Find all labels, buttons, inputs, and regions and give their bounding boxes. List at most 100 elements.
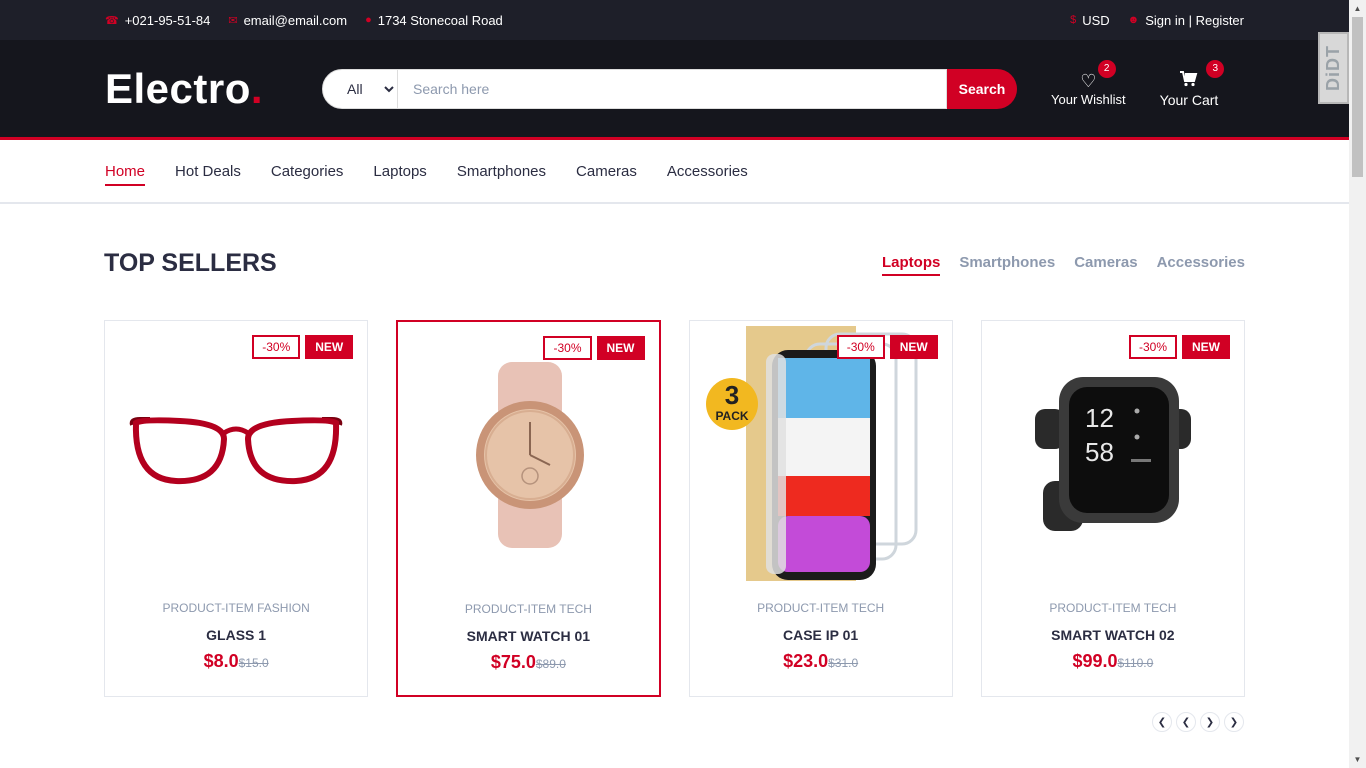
logo-text: Electro xyxy=(105,64,251,112)
cart-icon-svg xyxy=(1179,70,1198,86)
dollar-icon: $ xyxy=(1070,14,1077,26)
section-title: TOP SELLERS xyxy=(104,248,277,277)
product-labels: -30% NEW xyxy=(252,335,354,359)
new-badge: NEW xyxy=(889,335,938,359)
product-name[interactable]: CASE IP 01 xyxy=(690,627,952,643)
product-price: $75.0$89.0 xyxy=(398,652,658,673)
product-labels: -30% NEW xyxy=(543,336,645,360)
product-image[interactable]: 3 PACK xyxy=(690,321,952,586)
product-name[interactable]: SMART WATCH 01 xyxy=(398,628,658,644)
next-arrow-icon[interactable]: ❯ xyxy=(1200,712,1220,732)
vertical-scrollbar[interactable]: ▲ ▼ xyxy=(1349,0,1366,768)
logo-dot: . xyxy=(250,64,264,112)
logo[interactable]: Electro. xyxy=(105,65,322,113)
cart-label: Your Cart xyxy=(1159,91,1219,108)
email-link[interactable]: ✉ email@email.com xyxy=(228,13,347,28)
product-slider: -30% NEW PRODUCT-ITEM FASHION GLASS 1 $8… xyxy=(0,320,1349,697)
currency-text: USD xyxy=(1082,12,1110,28)
search-category-select[interactable]: All xyxy=(322,68,398,109)
product-name[interactable]: GLASS 1 xyxy=(105,627,367,643)
product-body: PRODUCT-ITEM TECH SMART WATCH 01 $75.0$8… xyxy=(398,602,658,673)
nav-item-home[interactable]: Home xyxy=(105,157,146,186)
pack-number: 3 xyxy=(724,380,738,410)
sale-badge: -30% xyxy=(252,335,301,359)
product-price-old: $31.0 xyxy=(828,656,859,670)
phone-icon: ☎ xyxy=(105,14,119,27)
glasses-image xyxy=(129,416,343,484)
product-price-current: $8.0 xyxy=(203,651,239,671)
address-link[interactable]: ● 1734 Stonecoal Road xyxy=(365,13,503,28)
nav-item-hot-deals[interactable]: Hot Deals xyxy=(175,157,241,186)
next-arrow-icon[interactable]: ❯ xyxy=(1224,712,1244,732)
prev-arrow-icon[interactable]: ❮ xyxy=(1152,712,1172,732)
product-price: $8.0$15.0 xyxy=(105,651,367,672)
tab-cameras[interactable]: Cameras xyxy=(1074,254,1137,273)
search-button[interactable]: Search xyxy=(947,68,1017,109)
top-header-contacts: ☎ +021-95-51-84 ✉ email@email.com ● 1734… xyxy=(105,13,503,28)
product-card[interactable]: -30% NEW 12 58 PRODUCT-ITEM TECH SMART W… xyxy=(980,320,1245,697)
section-tabs: Laptops Smartphones Cameras Accessories xyxy=(882,254,1245,276)
cart-button[interactable]: Your Cart 3 xyxy=(1159,59,1225,108)
search-input[interactable] xyxy=(398,68,947,109)
tab-laptops[interactable]: Laptops xyxy=(882,254,941,276)
product-image[interactable] xyxy=(398,322,658,587)
product-price-old: $110.0 xyxy=(1117,656,1154,670)
watch-rose-gold-image xyxy=(476,361,585,548)
address-text: 1734 Stonecoal Road xyxy=(377,12,503,28)
product-price: $99.0$110.0 xyxy=(982,651,1244,672)
product-category: PRODUCT-ITEM TECH xyxy=(757,601,885,615)
phone-link[interactable]: ☎ +021-95-51-84 xyxy=(105,13,210,28)
product-name[interactable]: SMART WATCH 02 xyxy=(982,627,1244,643)
product-price-old: $89.0 xyxy=(535,657,566,671)
top-header: ☎ +021-95-51-84 ✉ email@email.com ● 1734… xyxy=(0,0,1349,40)
product-category: PRODUCT-ITEM TECH xyxy=(1049,601,1177,615)
extension-badge-text: DiDT xyxy=(1323,45,1343,91)
envelope-icon: ✉ xyxy=(228,14,238,27)
product-price-current: $75.0 xyxy=(490,652,536,672)
product-image[interactable]: 12 58 xyxy=(982,321,1244,586)
wishlist-qty-badge: 2 xyxy=(1097,60,1116,78)
main-nav: Home Hot Deals Categories Laptops Smartp… xyxy=(0,140,1349,204)
product-card[interactable]: -30% NEW 3 PACK PRODUCT-ITEM TECH CASE I… xyxy=(688,320,953,697)
nav-item-laptops[interactable]: Laptops xyxy=(373,157,426,186)
product-body: PRODUCT-ITEM TECH CASE IP 01 $23.0$31.0 xyxy=(690,601,952,672)
watch-hour: 12 xyxy=(1085,403,1114,433)
page: ☎ +021-95-51-84 ✉ email@email.com ● 1734… xyxy=(0,0,1349,768)
product-category: PRODUCT-ITEM TECH xyxy=(464,602,592,616)
nav-item-categories[interactable]: Categories xyxy=(271,157,344,186)
product-labels: -30% NEW xyxy=(1128,335,1230,359)
product-price-current: $23.0 xyxy=(783,651,829,671)
product-card[interactable]: -30% NEW PRODUCT-ITEM TECH SMART WATCH 0… xyxy=(396,320,661,697)
nav-item-cameras[interactable]: Cameras xyxy=(576,157,637,186)
nav-item-smartphones[interactable]: Smartphones xyxy=(457,157,546,186)
scroll-down-icon[interactable]: ▼ xyxy=(1349,751,1366,768)
new-badge: NEW xyxy=(596,336,645,360)
watch-black-image: 12 58 xyxy=(1034,376,1191,531)
currency-link[interactable]: $ USD xyxy=(1070,13,1110,28)
tab-accessories[interactable]: Accessories xyxy=(1157,254,1245,273)
scroll-up-icon[interactable]: ▲ xyxy=(1349,0,1366,17)
scrollbar-thumb[interactable] xyxy=(1352,17,1363,177)
sign-in-link[interactable]: ☻ Sign in | Register xyxy=(1128,13,1244,28)
sale-badge: -30% xyxy=(836,335,885,359)
product-labels: -30% NEW xyxy=(836,335,938,359)
product-body: PRODUCT-ITEM TECH SMART WATCH 02 $99.0$1… xyxy=(982,601,1244,672)
watch-minute: 58 xyxy=(1085,437,1114,467)
screen-protector-image: 3 PACK xyxy=(705,325,918,581)
product-price-current: $99.0 xyxy=(1072,651,1118,671)
product-body: PRODUCT-ITEM FASHION GLASS 1 $8.0$15.0 xyxy=(105,601,367,672)
product-image[interactable] xyxy=(105,321,367,586)
tab-smartphones[interactable]: Smartphones xyxy=(959,254,1055,273)
sale-badge: -30% xyxy=(1128,335,1177,359)
wishlist-button[interactable]: ♡ Your Wishlist 2 xyxy=(1051,60,1126,107)
user-icon: ☻ xyxy=(1127,14,1140,26)
new-badge: NEW xyxy=(1182,335,1230,359)
product-card[interactable]: -30% NEW PRODUCT-ITEM FASHION GLASS 1 $8… xyxy=(104,320,369,697)
extension-badge[interactable]: DiDT xyxy=(1318,32,1349,104)
sale-badge: -30% xyxy=(543,336,592,360)
prev-arrow-icon[interactable]: ❮ xyxy=(1176,712,1196,732)
section-header: TOP SELLERS Laptops Smartphones Cameras … xyxy=(0,248,1349,278)
phone-text: +021-95-51-84 xyxy=(124,12,211,28)
nav-item-accessories[interactable]: Accessories xyxy=(667,157,748,186)
slider-nav: ❮ ❮ ❯ ❯ xyxy=(1152,712,1244,732)
